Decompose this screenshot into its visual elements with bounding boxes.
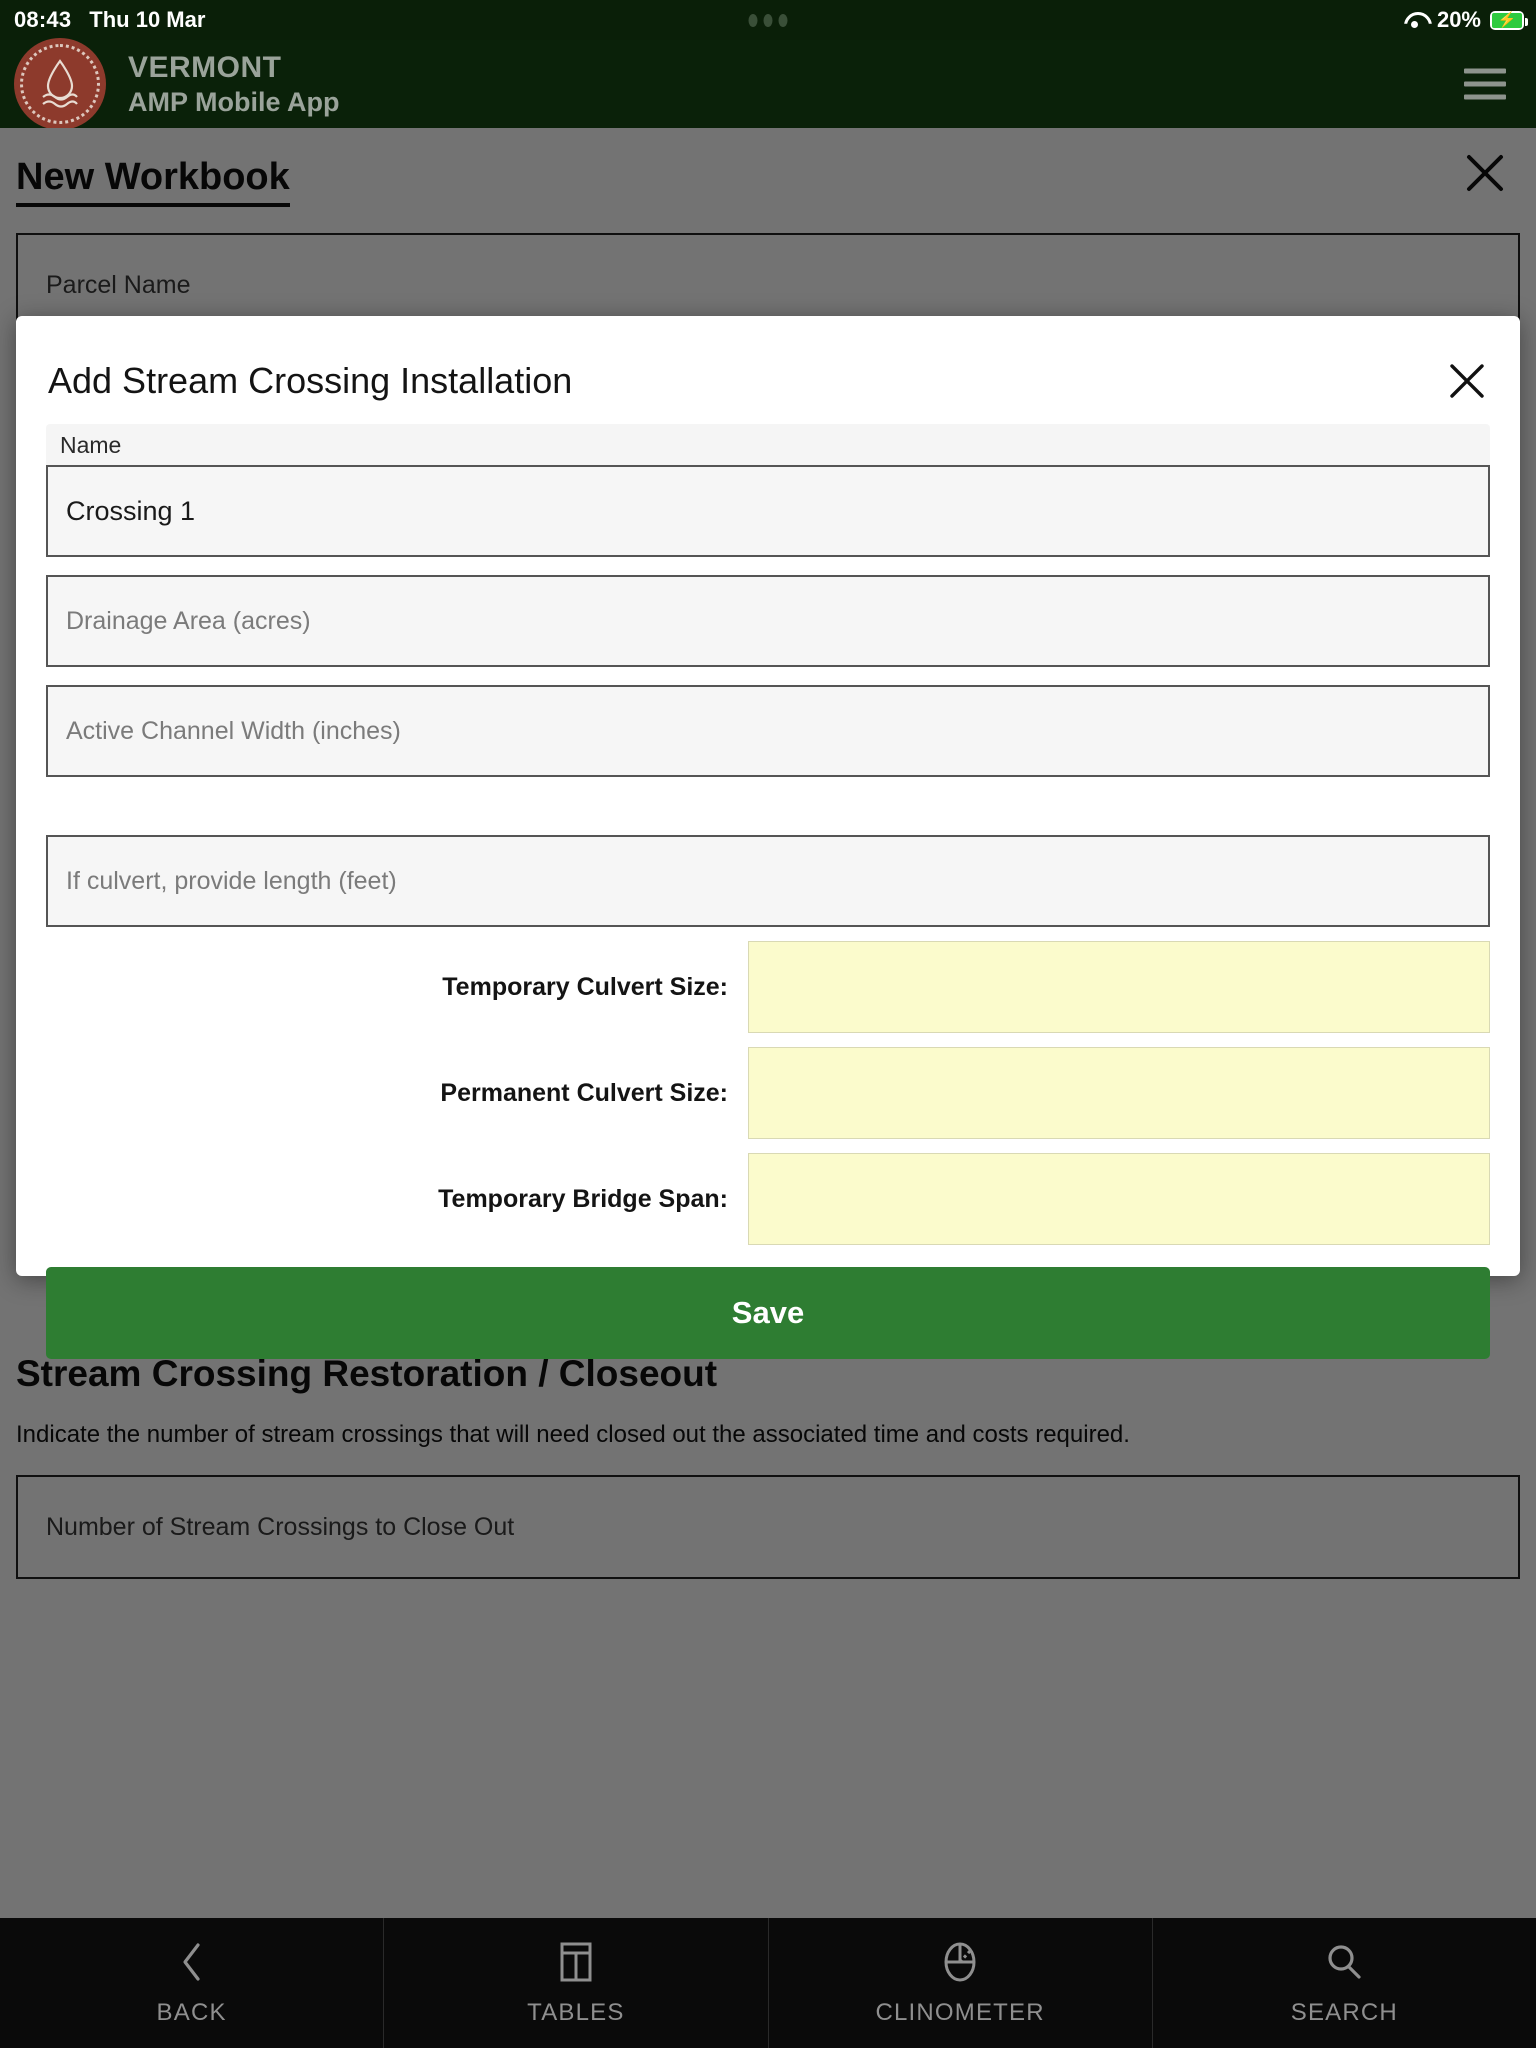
tab-tables-label: TABLES	[527, 1999, 625, 2026]
section-description: Indicate the number of stream crossings …	[16, 1421, 1130, 1448]
three-dots-icon	[748, 13, 788, 27]
permanent-culvert-size-input[interactable]	[748, 1047, 1490, 1139]
permanent-culvert-size-row: Permanent Culvert Size:	[46, 1047, 1490, 1139]
drainage-area-input[interactable]: Drainage Area (acres)	[46, 575, 1490, 667]
search-icon	[1322, 1939, 1366, 1985]
status-date: Thu 10 Mar	[89, 7, 206, 32]
hamburger-menu-icon[interactable]	[1464, 68, 1506, 100]
battery-charging-icon: ⚡	[1490, 10, 1528, 30]
name-input-value: Crossing 1	[66, 495, 196, 526]
brand-line-1: VERMONT	[128, 50, 282, 84]
temporary-culvert-size-row: Temporary Culvert Size:	[46, 941, 1490, 1033]
culvert-length-placeholder: If culvert, provide length (feet)	[66, 866, 397, 895]
status-time: 08:43	[14, 7, 72, 32]
name-field-group: Name Crossing 1	[46, 424, 1490, 557]
name-field-label: Name	[46, 424, 1490, 465]
save-button-wrapper: Save	[46, 1245, 1490, 1385]
brand-line-2: AMP Mobile App	[128, 87, 340, 118]
water-droplet-seal-logo	[14, 38, 106, 130]
tab-back[interactable]: BACK	[0, 1918, 385, 2048]
save-button[interactable]: Save	[46, 1267, 1490, 1359]
table-icon	[556, 1939, 596, 1985]
active-channel-width-placeholder: Active Channel Width (inches)	[66, 716, 401, 745]
tab-back-label: BACK	[156, 1999, 227, 2026]
temporary-bridge-span-row: Temporary Bridge Span:	[46, 1153, 1490, 1245]
close-icon[interactable]	[1444, 358, 1490, 404]
culvert-length-input[interactable]: If culvert, provide length (feet)	[46, 835, 1490, 927]
app-header: VERMONT AMP Mobile App	[0, 38, 1536, 130]
page-title: New Workbook	[16, 156, 290, 207]
temporary-bridge-span-label: Temporary Bridge Span:	[438, 1184, 728, 1213]
permanent-culvert-size-label: Permanent Culvert Size:	[440, 1078, 728, 1107]
parcel-name-placeholder: Parcel Name	[46, 270, 191, 299]
add-stream-crossing-modal: Add Stream Crossing Installation Name Cr…	[16, 316, 1520, 1359]
closeout-count-input[interactable]: Number of Stream Crossings to Close Out	[16, 1475, 1520, 1579]
temporary-culvert-size-label: Temporary Culvert Size:	[442, 972, 728, 1001]
closeout-count-placeholder: Number of Stream Crossings to Close Out	[46, 1512, 515, 1541]
modal-title: Add Stream Crossing Installation	[48, 360, 573, 401]
active-channel-width-input[interactable]: Active Channel Width (inches)	[46, 685, 1490, 777]
battery-percent: 20%	[1436, 7, 1481, 32]
tab-clinometer-label: CLINOMETER	[875, 1999, 1045, 2026]
drainage-area-placeholder: Drainage Area (acres)	[66, 606, 311, 635]
tab-tables[interactable]: TABLES	[384, 1918, 769, 2048]
status-bar: 08:43 Thu 10 Mar 20% ⚡	[0, 0, 1536, 40]
close-icon[interactable]	[1462, 150, 1508, 196]
name-input[interactable]: Crossing 1	[46, 465, 1490, 557]
status-right-cluster: 20% ⚡	[1402, 7, 1528, 33]
chevron-left-icon	[177, 1939, 207, 1985]
clinometer-icon	[937, 1939, 983, 1985]
temporary-bridge-span-input[interactable]	[748, 1153, 1490, 1245]
brand-block: VERMONT AMP Mobile App	[128, 52, 340, 117]
tab-search[interactable]: SEARCH	[1153, 1918, 1536, 2048]
wifi-icon	[1402, 10, 1428, 30]
tab-clinometer[interactable]: CLINOMETER	[769, 1918, 1153, 2048]
app-root: 08:43 Thu 10 Mar 20% ⚡ VERMONT AMP Mobil…	[0, 0, 1536, 2048]
tab-search-label: SEARCH	[1290, 1999, 1398, 2026]
temporary-culvert-size-input[interactable]	[748, 941, 1490, 1033]
modal-body: Name Crossing 1 Drainage Area (acres) Ac…	[16, 424, 1520, 1385]
bottom-tab-bar: BACK TABLES CLINOMETER SEARCH	[0, 1918, 1536, 2048]
modal-header: Add Stream Crossing Installation	[16, 316, 1520, 424]
